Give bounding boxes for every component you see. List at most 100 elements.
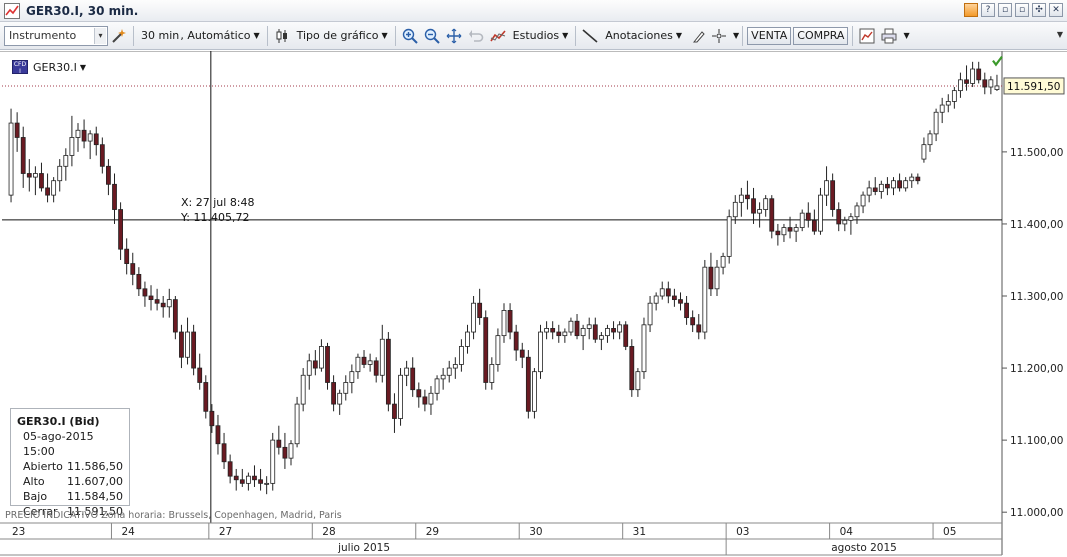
candle-body-up (428, 392, 434, 405)
candle-body-up (446, 367, 452, 376)
chevron-down-icon: ▼ (79, 62, 87, 72)
candle-body-up (379, 338, 385, 376)
candle-body-up (757, 209, 763, 214)
studies-dropdown[interactable]: Estudios ▼ (509, 25, 573, 47)
symbol-label: GER30.I (33, 60, 77, 74)
candle-body-up (641, 324, 647, 373)
candle-body-down (678, 299, 683, 304)
day-label: 23 (12, 526, 25, 538)
candle-body-up (32, 173, 38, 178)
zoom-out-icon[interactable] (423, 27, 441, 45)
candle-body-down (331, 382, 336, 405)
instrument-input[interactable]: Instrumento ▾ (4, 25, 108, 46)
annotations-dropdown[interactable]: Anotaciones ▼ (601, 25, 686, 47)
info-box-title: GER30.I (Bid) (17, 415, 100, 428)
candle-body-up (270, 439, 276, 484)
eraser-icon[interactable] (688, 27, 706, 45)
undo-icon[interactable] (467, 27, 485, 45)
y-tick-label: 11.200,00 (1010, 363, 1063, 375)
candle-body-up (532, 371, 537, 412)
chevron-down-icon: ▼ (675, 31, 683, 40)
crosshair-y-label: Y: 11.405,72 (181, 211, 250, 224)
sell-button[interactable]: VENTA (747, 26, 792, 45)
info-box-date: 05-ago-2015 15:00 (23, 430, 94, 458)
print-icon[interactable] (880, 27, 898, 45)
candle-body-down (39, 173, 44, 189)
candle-body-up (958, 79, 963, 92)
candle (702, 259, 708, 340)
toolbar-overflow-icon[interactable]: ▼ (1057, 30, 1063, 39)
candle-body-up (927, 133, 933, 146)
candle (818, 187, 823, 235)
ohlc-info-box: GER30.I (Bid) 05-ago-2015 15:00 Abierto … (10, 408, 130, 518)
studies-icon (489, 27, 507, 45)
help-button[interactable]: ? (981, 3, 995, 17)
info-row-low: Bajo 11.584,50 (17, 489, 123, 504)
candle-body-down (982, 79, 988, 88)
candle-body-down (964, 79, 969, 84)
pin-button[interactable]: ✣ (1032, 3, 1046, 17)
candle-body-up (264, 482, 270, 485)
candle-body-down (708, 266, 714, 290)
candle-body-down (690, 317, 696, 326)
symbol-selector[interactable]: CFD I GER30.I ▼ (12, 60, 87, 75)
candle-body-down (392, 403, 397, 419)
instrument-dropdown-icon[interactable]: ▾ (94, 27, 106, 44)
price-chart[interactable]: 11.000,00 11.100,00 11.200,00 11.300,00 11.4… (0, 51, 1067, 557)
chart-type-dropdown[interactable]: Tipo de gráfico ▼ (293, 25, 392, 47)
minimize-button[interactable]: ▫ (998, 3, 1012, 17)
candle-body-up (458, 346, 464, 365)
candle-body-up (166, 299, 172, 308)
candle-body-down (611, 328, 616, 333)
candle-body-up (288, 443, 294, 459)
candle-body-down (142, 288, 148, 297)
candle-body-up (818, 194, 823, 232)
candle-body-up (866, 187, 872, 196)
candle-body-up (909, 176, 915, 182)
candle (726, 209, 732, 264)
close-button[interactable]: ✕ (1049, 3, 1063, 17)
chevron-down-icon[interactable]: ▼ (733, 31, 739, 40)
candle-body-down (312, 360, 318, 369)
candle-body-down (519, 349, 525, 358)
buy-button[interactable]: COMPRA (793, 26, 849, 45)
last-price-tag: 11.591,50 (1003, 77, 1065, 95)
candle (538, 324, 543, 379)
candle-body-down (112, 183, 117, 210)
zoom-in-icon[interactable] (401, 27, 419, 45)
candle-body-up (842, 219, 848, 225)
last-price-label: 11.591,50 (1007, 81, 1060, 93)
info-row-high: Alto 11.607,00 (17, 474, 123, 489)
interval-dropdown[interactable]: 30 min , Automático ▼ (137, 25, 264, 47)
candle-body-down (885, 183, 890, 189)
maximize-button[interactable]: ▫ (1015, 3, 1029, 17)
candle-body-up (440, 374, 446, 380)
candle-body-up (337, 392, 343, 405)
chevron-down-icon[interactable]: ▼ (903, 31, 909, 40)
candle-body-down (20, 137, 26, 174)
magic-wand-icon[interactable] (110, 27, 128, 45)
candle-body-down (325, 346, 330, 383)
candle-body-down (915, 176, 921, 182)
candle-body-up (891, 180, 896, 189)
toolbar-separator (742, 25, 744, 46)
candle (294, 396, 300, 448)
day-label: 24 (121, 526, 135, 538)
candle-body-down (623, 324, 629, 347)
candle (483, 310, 489, 390)
candle-body-up (763, 198, 769, 210)
restore-button[interactable] (964, 3, 978, 17)
day-label: 28 (322, 526, 335, 538)
crosshair-icon[interactable] (710, 27, 728, 45)
candle-body-down (422, 396, 428, 405)
info-label: Bajo (23, 490, 48, 503)
chart-window-icon[interactable] (858, 27, 876, 45)
candle-body-up (544, 328, 550, 333)
day-label: 04 (840, 526, 854, 538)
candle-body-up (87, 133, 93, 142)
fit-arrows-icon[interactable] (445, 27, 463, 45)
candle-body-down (26, 173, 32, 178)
candle-body-down (665, 288, 671, 297)
info-label: Alto (23, 475, 45, 488)
chevron-down-icon: ▼ (253, 31, 260, 40)
